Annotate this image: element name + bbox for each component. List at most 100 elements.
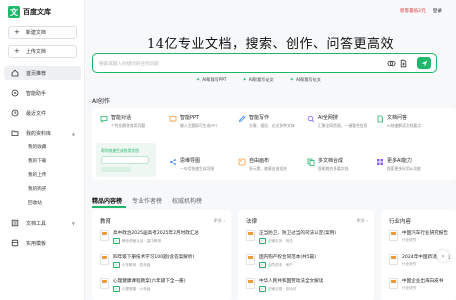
sidebar-item-templates[interactable]: 实用模板 xyxy=(4,236,81,250)
mindmap-icon xyxy=(169,158,177,166)
more-label: 更多 xyxy=(213,218,222,223)
sidebar-item-library[interactable]: 我的资料库 ▲ xyxy=(4,126,81,140)
column-title: 行业内容 xyxy=(389,219,412,225)
canvas-icon xyxy=(238,158,246,166)
new-doc-button[interactable]: + 新建文档 xyxy=(8,26,77,39)
list-item[interactable]: 高中政治2025届高考2025年2月时政汇总 ✓ 教师资格认证 · 高中教育 xyxy=(100,230,199,244)
mode-switch-icon[interactable] xyxy=(387,59,396,68)
sidebar-item-tools[interactable]: 文档工具 ▼ xyxy=(4,216,81,230)
chevron-down-icon[interactable]: ▼ xyxy=(72,221,75,226)
active-tab-indicator xyxy=(92,206,126,208)
feature-canvas[interactable]: 自由画布 多元素，随意自由组合 xyxy=(238,157,287,172)
ppt-icon xyxy=(169,115,177,123)
feature-web-search[interactable]: AI全网搜 汇聚全网资源，一键整合信息 xyxy=(307,114,367,129)
feature-desc: AI快速解读文档要点 xyxy=(387,123,422,128)
sparkle-icon: ✦ xyxy=(242,77,247,83)
feature-title: AI全网搜 xyxy=(318,115,338,121)
doc-meta: 法律实务 · 刑法 xyxy=(267,239,293,243)
feature-desc: 探索更多好用AI功能 xyxy=(387,166,422,171)
chip-thesis[interactable]: ✦ AI帮我写论文 xyxy=(242,77,273,83)
upload-doc-button[interactable]: + 上传文档 xyxy=(8,45,77,58)
list-item[interactable]: 中华人民共和国劳动法全文解读 ✓ 法律法规 · 劳动法 xyxy=(246,278,323,292)
clock-icon xyxy=(11,109,19,117)
feature-title: 文档问答 xyxy=(387,115,408,121)
new-user-promo-link[interactable]: 新客最低2元 xyxy=(400,8,426,14)
login-link[interactable]: 登录 xyxy=(433,8,442,14)
premium-badge: ✓ xyxy=(259,238,266,244)
list-item[interactable]: 四年级下册技术学习100题(含答案解析) ✓ 小学教育 · 四年级 xyxy=(100,254,194,268)
upload-doc-label: 上传文档 xyxy=(25,49,46,55)
sparkle-icon: ✦ xyxy=(196,77,201,83)
list-item[interactable]: 正当防卫、防卫过当的司法认定(案例) ✓ 法律实务 · 刑法 xyxy=(246,230,336,244)
library-sub-favorites[interactable]: 我的收藏 xyxy=(28,144,46,150)
premium-badge: ✓ xyxy=(113,286,120,292)
feature-merge-docs[interactable]: 多文档合成智能融合多篇文档 xyxy=(307,157,348,172)
sidebar: 文 百度文库 + 新建文档 + 上传文档 首页推荐 智能助手 最近文件 我的资料… xyxy=(0,0,85,300)
list-item[interactable]: 中国企业出海白皮书 行业研究 xyxy=(389,278,443,291)
doc-title: 中华人民共和国劳动法全文解读 xyxy=(259,279,324,284)
document-icon xyxy=(389,254,398,265)
tab-quality-content[interactable]: 精品内容榜 xyxy=(92,196,122,205)
column-more-link[interactable]: 更多 › xyxy=(357,218,368,224)
column-title: 教育 xyxy=(100,219,112,225)
premium-badge: ✓ xyxy=(259,262,266,268)
chevron-up-icon[interactable]: ▲ xyxy=(72,131,75,136)
chip-label: AI帮我写长文 xyxy=(295,77,321,82)
chevron-right-icon: › xyxy=(441,252,445,260)
document-icon xyxy=(389,230,398,241)
top-right-links: 新客最低2元 登录 xyxy=(400,8,442,14)
feature-writing[interactable]: 智能写作 方案、报告、论文多种文体 xyxy=(238,114,295,129)
promo-bar-illustration xyxy=(101,167,131,172)
sidebar-item-label: 智能助手 xyxy=(26,90,47,97)
feature-more-ai[interactable]: 更多AI能力 探索更多好用AI功能 xyxy=(376,157,421,172)
brand-mark-icon: 文 xyxy=(8,6,20,18)
brand-logo[interactable]: 文 百度文库 xyxy=(8,6,51,18)
sidebar-item-label: 首页推荐 xyxy=(26,70,47,77)
library-sub-purchases[interactable]: 我的购买 xyxy=(28,186,46,192)
sidebar-item-label: 最近文件 xyxy=(26,110,47,117)
feature-desc: 输入主题即可生成PPT xyxy=(180,123,218,128)
library-sub-uploads[interactable]: 我的上传 xyxy=(28,172,46,178)
library-sub-trash[interactable]: 回收站 xyxy=(28,200,42,206)
chat-icon xyxy=(100,115,108,123)
sidebar-item-assistant[interactable]: 智能助手 xyxy=(4,86,81,100)
tab-authority-orgs[interactable]: 权威机构榜 xyxy=(172,196,202,205)
attach-file-icon[interactable] xyxy=(399,59,408,68)
premium-badge: ✓ xyxy=(113,238,120,244)
feature-chat[interactable]: 智能对话 个性化解答各类问题 xyxy=(100,114,145,129)
sparkle-icon: ✦ xyxy=(289,77,294,83)
content-tabs: 精品内容榜 专业作者榜 权威机构榜 xyxy=(92,196,202,205)
doc-title: 中国汽车行业研究报告 xyxy=(402,231,448,236)
doc-meta: 法律法规 · 劳动法 xyxy=(267,287,297,291)
search-box[interactable]: 搜索或输入你想问的任何问题 xyxy=(92,53,437,73)
sidebar-item-label: 我的资料库 xyxy=(26,130,52,137)
list-item[interactable]: 中国汽车行业研究报告 行业研究 xyxy=(389,230,448,243)
feature-ppt[interactable]: 智能PPT 输入主题即可生成PPT xyxy=(169,114,217,129)
grid-icon xyxy=(376,158,384,166)
feature-desc: 智能融合多篇文档 xyxy=(318,166,349,171)
sidebar-item-label: 文档工具 xyxy=(26,220,47,227)
search-icon xyxy=(307,115,315,123)
feature-title: 多文档合成 xyxy=(318,158,344,164)
feature-doc-qa[interactable]: 文档问答 AI快速解读文档要点 xyxy=(376,114,421,129)
chip-ppt[interactable]: ✦ AI帮我写PPT xyxy=(196,77,226,83)
library-sub-downloads[interactable]: 我的下载 xyxy=(28,158,46,164)
promo-card[interactable]: 帮你快速生成各类文档 xyxy=(96,143,156,177)
list-item[interactable]: 国内购产权合同范本(共5篇) ✓ 合同范本 · 房产 xyxy=(246,254,316,268)
document-icon xyxy=(389,278,398,289)
premium-badge: ✓ xyxy=(113,262,120,268)
list-item[interactable]: 心理健康课程教案(六年级下全一册) ✓ 心理健康 · 六年级 xyxy=(100,278,186,292)
column-more-link[interactable]: 更多 › xyxy=(214,218,225,224)
doc-title: 正当防卫、防卫过当的司法认定(案例) xyxy=(259,231,337,236)
send-button[interactable] xyxy=(417,57,431,69)
doc-title: 四年级下册技术学习100题(含答案解析) xyxy=(113,255,195,260)
feature-mindmap[interactable]: 思维导图 一句话快速生成导图 xyxy=(169,157,214,172)
chip-long-article[interactable]: ✦ AI帮我写长文 xyxy=(290,77,321,83)
home-icon xyxy=(11,69,19,77)
hero-title: 14亿专业文档，搜索、创作、问答更高效 xyxy=(146,37,395,52)
doc-title: 国内购产权合同范本(共5篇) xyxy=(259,255,317,260)
tab-expert-authors[interactable]: 专业作者榜 xyxy=(132,196,162,205)
sidebar-item-home[interactable]: 首页推荐 xyxy=(4,66,81,80)
carousel-next-button[interactable]: › xyxy=(437,250,449,262)
sidebar-item-recent[interactable]: 最近文件 xyxy=(4,106,81,120)
